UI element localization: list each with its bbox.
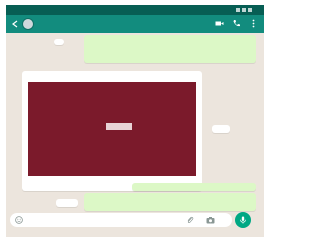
- message-bubble-outgoing[interactable]: [84, 35, 256, 63]
- video-call-icon[interactable]: [215, 19, 224, 28]
- voice-message-button[interactable]: [235, 212, 251, 228]
- link-preview-card[interactable]: [28, 82, 196, 176]
- message-bubble-incoming[interactable]: [54, 39, 64, 45]
- card-action-button[interactable]: [106, 123, 132, 130]
- message-bubble-incoming[interactable]: [56, 199, 78, 207]
- emoji-icon[interactable]: [15, 216, 23, 224]
- battery-icon: [248, 8, 252, 12]
- message-bubble-outgoing[interactable]: [132, 183, 256, 191]
- message-bubble-outgoing[interactable]: [84, 193, 256, 211]
- link-preview-message[interactable]: [22, 71, 202, 191]
- message-bubble-incoming[interactable]: [212, 125, 230, 133]
- message-composer: [10, 213, 232, 227]
- message-input[interactable]: [27, 215, 177, 225]
- signal-icon: [236, 8, 240, 12]
- more-vert-icon[interactable]: [249, 19, 258, 28]
- mic-icon: [240, 216, 246, 224]
- attach-icon[interactable]: [186, 216, 194, 224]
- phone-screen: [6, 5, 264, 237]
- wifi-icon: [242, 8, 246, 12]
- status-bar: [6, 5, 264, 15]
- phone-call-icon[interactable]: [232, 19, 241, 28]
- header-actions: [215, 19, 258, 28]
- camera-icon[interactable]: [206, 216, 215, 224]
- message-list[interactable]: [6, 33, 264, 211]
- contact-avatar[interactable]: [22, 18, 34, 30]
- status-indicators: [236, 6, 258, 14]
- chat-header: [6, 15, 264, 33]
- back-arrow-icon[interactable]: [11, 20, 19, 28]
